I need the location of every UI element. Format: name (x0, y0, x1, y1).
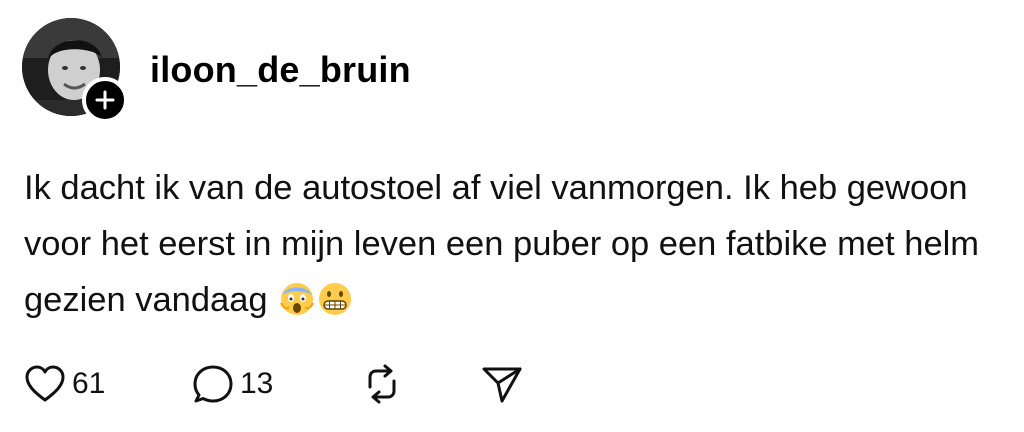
face-screaming-emoji (279, 278, 315, 315)
repost-icon (368, 364, 396, 404)
plus-icon (95, 90, 115, 110)
avatar-container[interactable] (22, 18, 128, 123)
post-actions: 61 13 (24, 362, 624, 406)
like-count: 61 (72, 367, 106, 400)
thread-post: iloon_de_bruin Ik dacht ik van de autost… (0, 0, 1024, 432)
follow-button[interactable] (82, 77, 128, 123)
share-button[interactable] (480, 362, 524, 406)
reply-count: 13 (240, 367, 274, 400)
speech-bubble-icon (193, 365, 233, 403)
username-link[interactable]: iloon_de_bruin (150, 48, 411, 92)
post-body: Ik dacht ik van de autostoel af viel van… (24, 160, 1014, 328)
reply-button[interactable]: 13 (192, 362, 273, 406)
like-button[interactable]: 61 (24, 362, 105, 406)
repost-button[interactable] (360, 362, 404, 406)
heart-icon (25, 365, 65, 402)
post-text: Ik dacht ik van de autostoel af viel van… (24, 169, 980, 319)
grimacing-face-emoji (317, 278, 353, 315)
send-icon (482, 367, 522, 403)
